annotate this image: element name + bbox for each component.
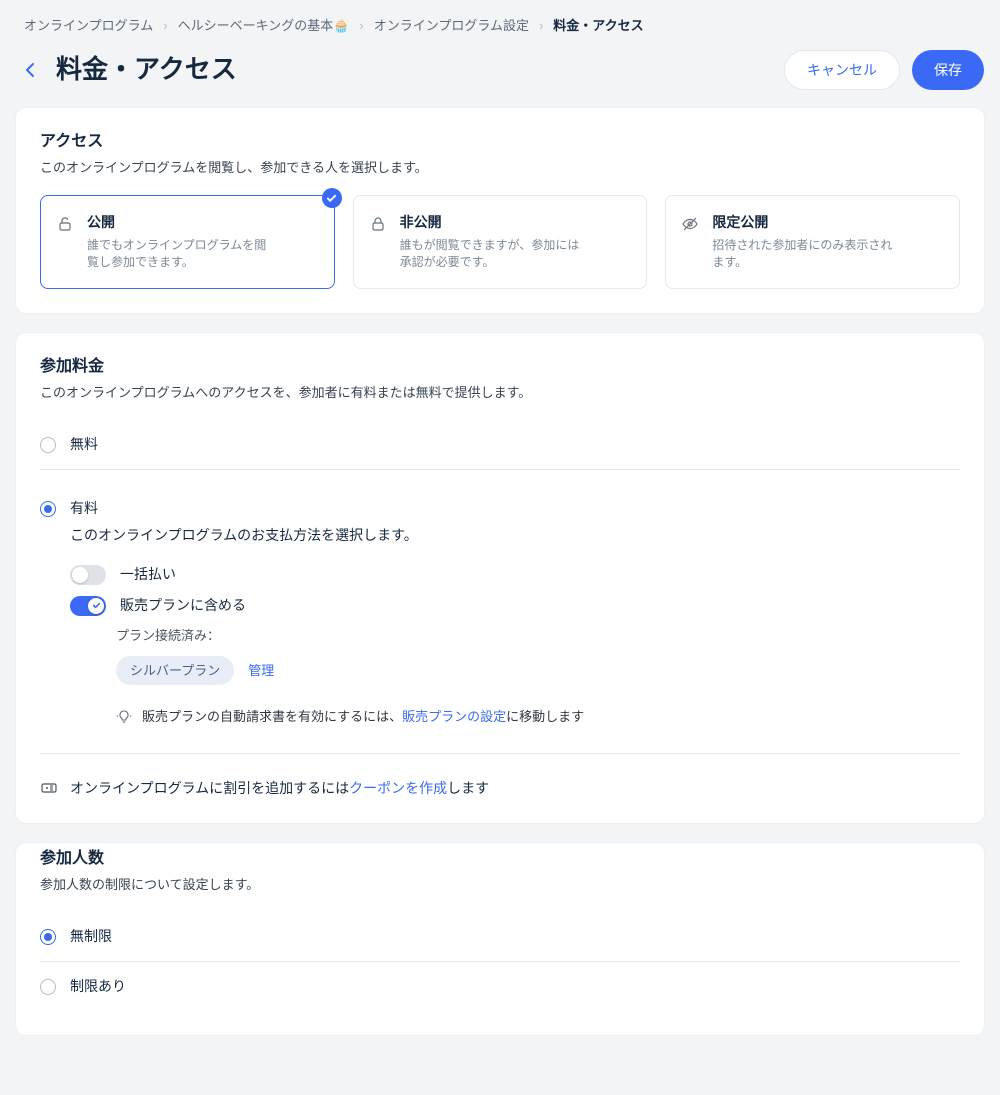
toggle-label: 一括払い [120, 564, 176, 585]
participants-option-limited[interactable]: 制限あり [40, 962, 960, 1011]
access-option-name: 限定公開 [712, 212, 892, 233]
access-option-public[interactable]: 公開 誰でもオンラインプログラムを閲覧し参加できます。 [40, 195, 335, 289]
radio-label: 制限あり [70, 976, 126, 997]
radio-label: 有料 [70, 498, 98, 519]
checkmark-badge-icon [322, 188, 342, 208]
radio-icon[interactable] [40, 929, 56, 945]
lock-icon [368, 214, 388, 234]
access-option-desc: 誰もが閲覧できますが、参加には承認が必要です。 [400, 237, 580, 272]
participants-title: 参加人数 [40, 847, 960, 871]
radio-icon[interactable] [40, 979, 56, 995]
access-desc: このオンラインプログラムを閲覧し、参加できる人を選択します。 [40, 158, 960, 178]
create-coupon-link[interactable]: クーポンを作成 [349, 780, 447, 796]
plan-connected-label: プラン接続済み： [116, 626, 960, 646]
pricing-title: 参加料金 [40, 355, 960, 379]
title-bar: 料金・アクセス キャンセル 保存 [16, 50, 984, 90]
hint-text: 販売プランの自動請求書を有効にするには、 [142, 709, 402, 724]
toggle-one-time[interactable] [70, 565, 106, 585]
unlock-icon [55, 214, 75, 234]
participants-card: 参加人数 参加人数の制限について設定します。 無制限 制限あり [16, 843, 984, 1036]
hint-text: に移動します [506, 709, 584, 724]
radio-label: 無制限 [70, 926, 112, 947]
plan-chip[interactable]: シルバープラン [116, 656, 234, 686]
paid-desc: このオンラインプログラムのお支払方法を選択します。 [70, 525, 960, 546]
back-button[interactable] [16, 56, 44, 84]
coupon-text: オンラインプログラムに割引を追加するには [70, 780, 349, 796]
manage-plans-link[interactable]: 管理 [248, 661, 274, 681]
access-option-name: 非公開 [400, 212, 580, 233]
access-card: アクセス このオンラインプログラムを閲覧し、参加できる人を選択します。 公開 誰… [16, 108, 984, 313]
cancel-button[interactable]: キャンセル [784, 50, 900, 90]
coupon-text: します [447, 780, 489, 796]
breadcrumb-current: 料金・アクセス [553, 16, 643, 36]
breadcrumb-item[interactable]: オンラインプログラム設定 [374, 16, 529, 36]
participants-option-unlimited[interactable]: 無制限 [40, 912, 960, 962]
pricing-card: 参加料金 このオンラインプログラムへのアクセスを、参加者に有料または無料で提供し… [16, 333, 984, 823]
page-title: 料金・アクセス [56, 50, 237, 89]
access-option-private[interactable]: 非公開 誰もが閲覧できますが、参加には承認が必要です。 [353, 195, 648, 289]
radio-icon[interactable] [40, 437, 56, 453]
pricing-option-paid[interactable]: 有料 [40, 484, 960, 519]
coupon-icon [40, 779, 58, 797]
access-option-name: 公開 [87, 212, 267, 233]
participants-desc: 参加人数の制限について設定します。 [40, 875, 960, 895]
pricing-option-free[interactable]: 無料 [40, 420, 960, 470]
access-title: アクセス [40, 130, 960, 154]
breadcrumb: オンラインプログラム › ヘルシーベーキングの基本🧁 › オンラインプログラム設… [16, 12, 984, 50]
coupon-row: オンラインプログラムに割引を追加するにはクーポンを作成します [40, 753, 960, 799]
breadcrumb-item[interactable]: オンラインプログラム [24, 16, 153, 36]
radio-label: 無料 [70, 434, 98, 455]
toggle-label: 販売プランに含める [120, 595, 246, 616]
chevron-right-icon: › [163, 16, 167, 36]
eye-off-icon [680, 214, 700, 234]
access-option-desc: 招待された参加者にのみ表示されます。 [712, 237, 892, 272]
access-option-limited[interactable]: 限定公開 招待された参加者にのみ表示されます。 [665, 195, 960, 289]
access-option-desc: 誰でもオンラインプログラムを閲覧し参加できます。 [87, 237, 267, 272]
chevron-right-icon: › [539, 16, 543, 36]
pricing-desc: このオンラインプログラムへのアクセスを、参加者に有料または無料で提供します。 [40, 383, 960, 403]
lightbulb-icon [116, 709, 132, 725]
plan-hint: 販売プランの自動請求書を有効にするには、販売プランの設定に移動します [116, 707, 960, 727]
plan-settings-link[interactable]: 販売プランの設定 [402, 709, 506, 724]
toggle-include-plan[interactable] [70, 596, 106, 616]
chevron-right-icon: › [359, 16, 363, 36]
save-button[interactable]: 保存 [912, 50, 984, 90]
radio-icon[interactable] [40, 501, 56, 517]
breadcrumb-item[interactable]: ヘルシーベーキングの基本🧁 [178, 16, 350, 36]
